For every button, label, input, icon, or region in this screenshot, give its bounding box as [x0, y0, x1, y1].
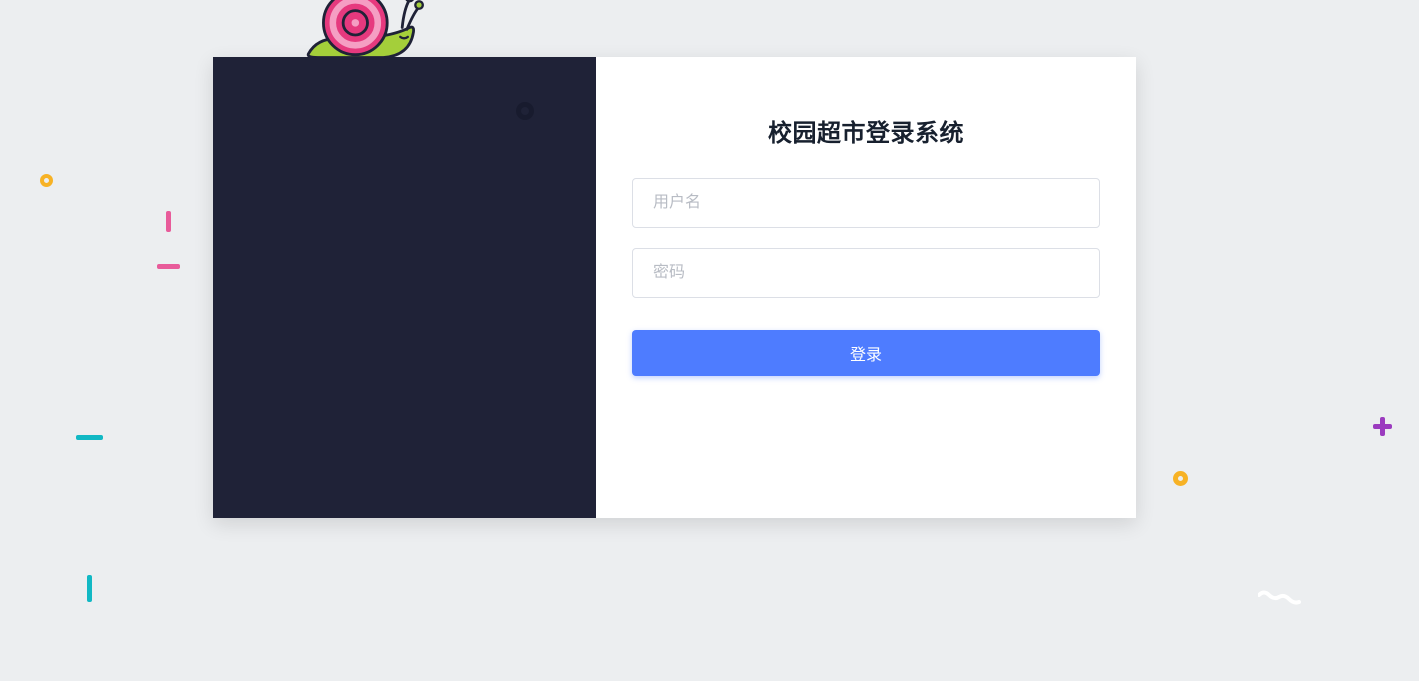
password-input[interactable] [632, 248, 1100, 298]
deco-dash-pink-2 [157, 264, 180, 269]
login-left-panel [213, 57, 596, 518]
deco-dash-teal-1 [76, 435, 103, 440]
login-form-panel: 校园超市登录系统 登录 [596, 57, 1136, 518]
login-button[interactable]: 登录 [632, 330, 1100, 376]
deco-dash-teal-2 [87, 575, 92, 602]
login-title: 校园超市登录系统 [768, 113, 964, 148]
deco-dash-pink-1 [166, 211, 171, 232]
squiggle-icon [1258, 590, 1303, 608]
deco-circle-orange-1 [40, 174, 53, 187]
username-input[interactable] [632, 178, 1100, 228]
deco-circle-dark [516, 102, 534, 120]
plus-icon [1373, 417, 1392, 436]
snail-icon [295, 0, 425, 65]
password-group [632, 248, 1100, 298]
login-card: 校园超市登录系统 登录 [213, 57, 1136, 518]
username-group [632, 178, 1100, 228]
deco-circle-orange-2 [1173, 471, 1188, 486]
